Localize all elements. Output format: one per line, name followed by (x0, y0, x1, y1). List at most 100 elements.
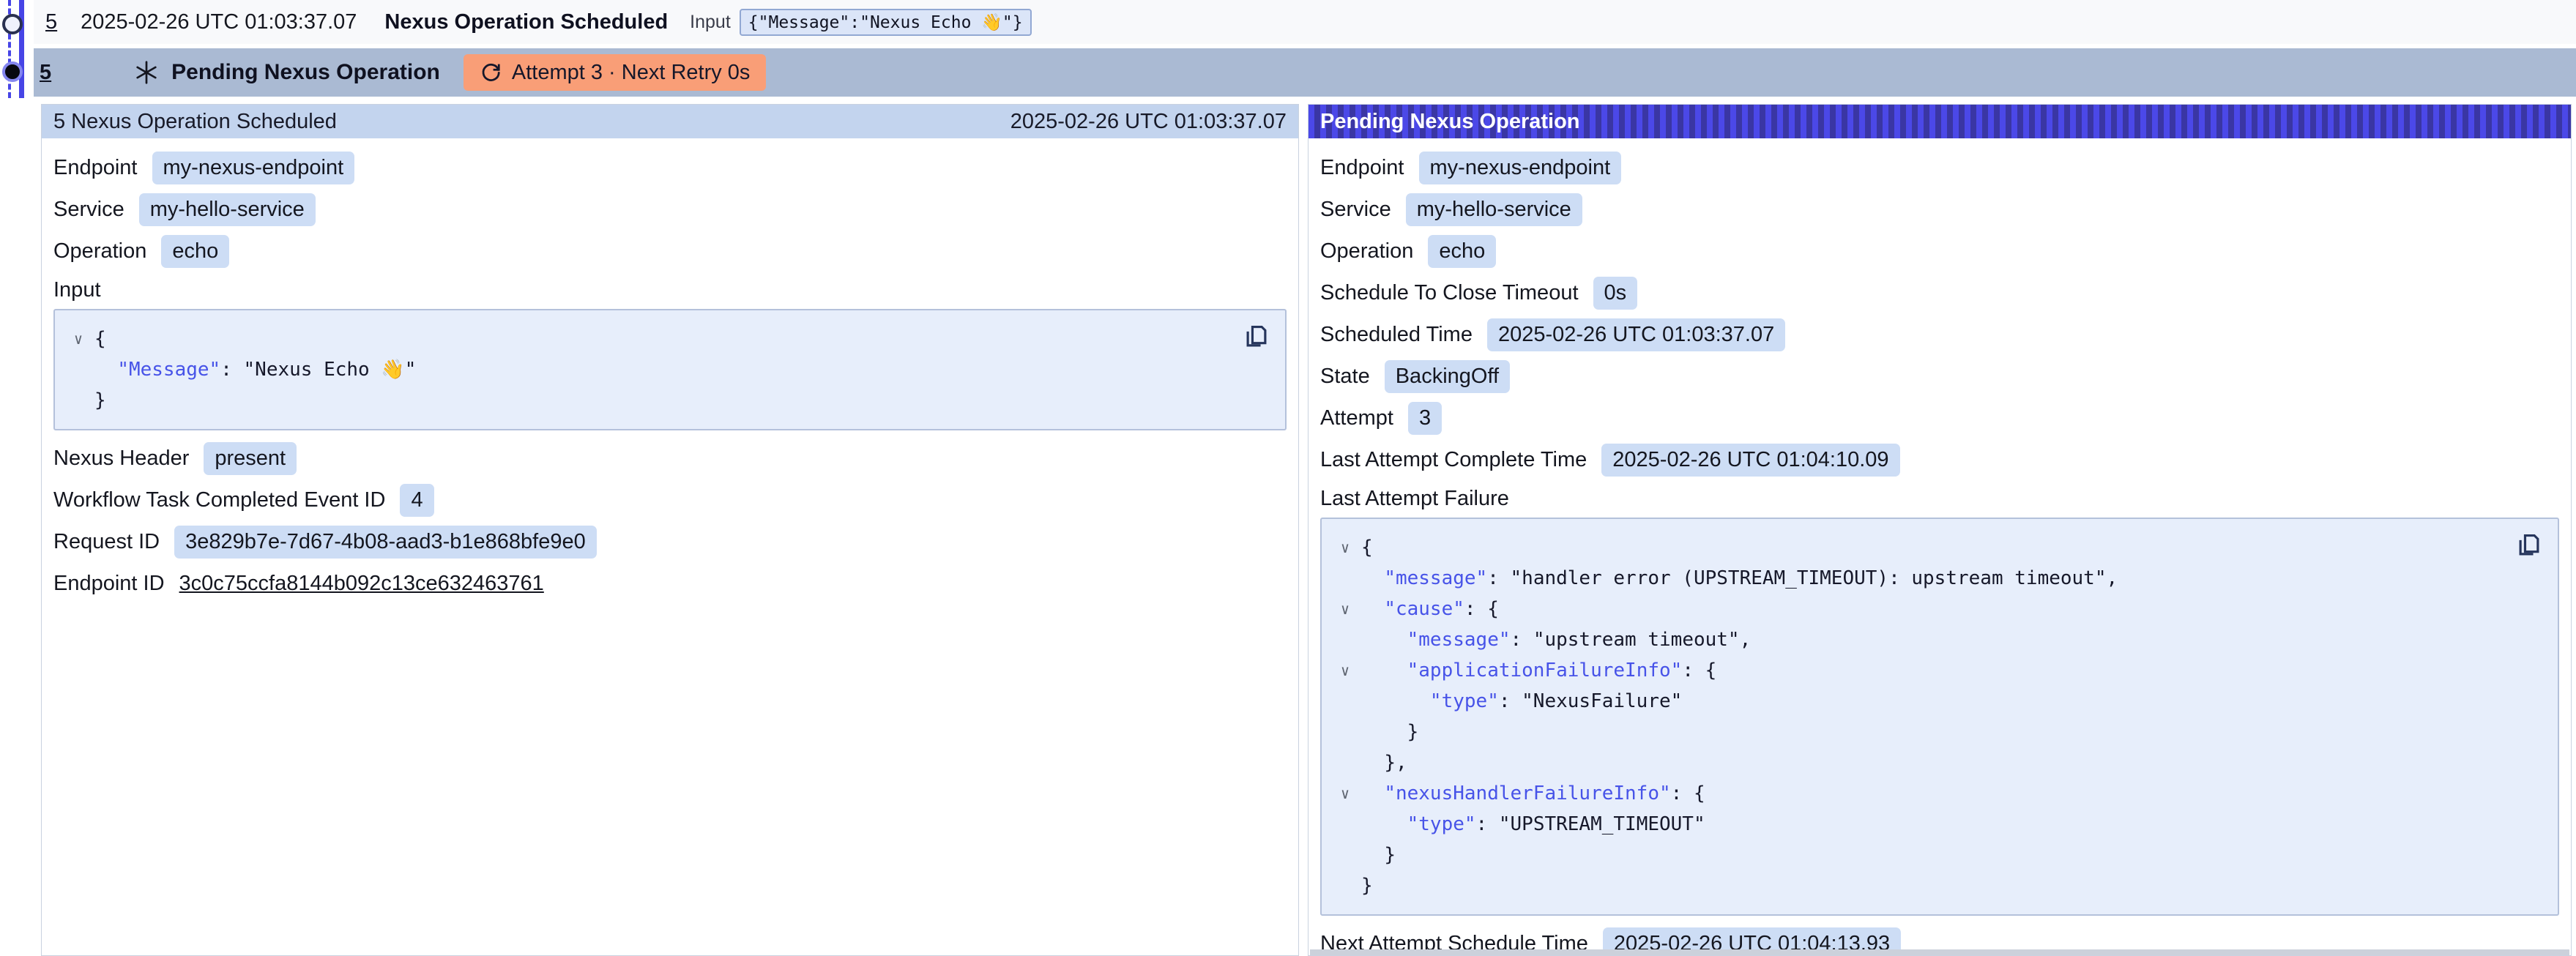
pending-asterisk-icon (133, 59, 160, 86)
json-text: } (94, 385, 106, 416)
event-detail-panels: 5 Nexus Operation Scheduled 2025-02-26 U… (41, 104, 2572, 956)
event-row-scheduled[interactable]: 5 2025-02-26 UTC 01:03:37.07 Nexus Opera… (34, 0, 2576, 44)
json-indent (1361, 655, 1407, 686)
json-key: "type" (1430, 686, 1499, 717)
json-indent (1361, 778, 1384, 809)
field-state: State BackingOff (1320, 356, 2559, 397)
collapse-chevron-icon (62, 385, 94, 416)
json-key: "nexusHandlerFailureInfo" (1384, 778, 1670, 809)
next-section-cutoff-bar (1310, 949, 2569, 955)
field-value-badge: my-hello-service (139, 193, 316, 226)
field-value-badge: 2025-02-26 UTC 01:04:10.09 (1601, 444, 1899, 477)
collapse-chevron-icon[interactable]: ∨ (1329, 594, 1361, 624)
json-text: : "handler error (UPSTREAM_TIMEOUT): ups… (1487, 563, 2118, 594)
json-indent (1361, 840, 1384, 870)
field-value-badge: echo (161, 235, 229, 268)
field-operation: Operation echo (1320, 231, 2559, 272)
json-indent (94, 354, 117, 385)
json-line: "message": "handler error (UPSTREAM_TIME… (1329, 563, 2511, 594)
collapse-chevron-icon[interactable]: ∨ (1329, 655, 1361, 686)
endpoint-id-link[interactable]: 3c0c75ccfa8144b092c13ce632463761 (179, 572, 544, 596)
json-text: : { (1671, 778, 1705, 809)
json-text: } (1361, 870, 1373, 901)
field-value-badge: 0s (1593, 277, 1638, 310)
json-key: "cause" (1384, 594, 1464, 624)
attempt-retry-text: Attempt 3 · Next Retry 0s (512, 61, 751, 85)
event-row-pending[interactable]: 5 Pending Nexus Operation Attempt 3 · Ne… (34, 48, 2576, 97)
collapse-chevron-icon[interactable]: ∨ (1329, 532, 1361, 563)
json-line: "message": "upstream timeout", (1329, 624, 2511, 655)
collapse-chevron-icon (1329, 809, 1361, 840)
collapse-chevron-icon (1329, 717, 1361, 747)
field-value-badge: my-nexus-endpoint (152, 152, 355, 184)
json-text: } (1384, 840, 1396, 870)
json-text: : "upstream timeout", (1511, 624, 1752, 655)
collapse-chevron-icon (1329, 686, 1361, 717)
field-value-badge: BackingOff (1385, 360, 1510, 393)
json-indent (1361, 624, 1407, 655)
field-label: Service (53, 198, 124, 222)
scheduled-panel-timestamp: 2025-02-26 UTC 01:03:37.07 (1010, 110, 1287, 134)
json-line: "type": "NexusFailure" (1329, 686, 2511, 717)
json-indent (1361, 686, 1430, 717)
field-label: Schedule To Close Timeout (1320, 281, 1579, 305)
field-label: Scheduled Time (1320, 323, 1473, 347)
field-attempt: Attempt 3 (1320, 397, 2559, 439)
pending-id-link[interactable]: 5 (40, 61, 51, 85)
json-text: { (94, 324, 106, 354)
copy-icon[interactable] (1243, 322, 1272, 351)
collapse-chevron-icon (1329, 747, 1361, 778)
event-id-link[interactable]: 5 (45, 10, 57, 34)
json-key: "applicationFailureInfo" (1407, 655, 1683, 686)
json-line: } (1329, 717, 2511, 747)
timeline-node-filled-icon (2, 61, 23, 82)
json-line: }, (1329, 747, 2511, 778)
collapse-chevron-icon[interactable]: ∨ (1329, 778, 1361, 809)
event-input-preview-chip[interactable]: {"Message":"Nexus Echo 👋"} (740, 9, 1032, 36)
failure-json-block: ∨ { "message": "handler error (UPSTREAM_… (1320, 518, 2559, 916)
scheduled-panel-header: 5 Nexus Operation Scheduled 2025-02-26 U… (42, 105, 1298, 138)
json-line: } (1329, 870, 2511, 901)
json-text: }, (1384, 747, 1407, 778)
field-workflow-task-completed-event-id: Workflow Task Completed Event ID 4 (53, 479, 1287, 521)
field-value-badge: 2025-02-26 UTC 01:03:37.07 (1487, 318, 1785, 351)
field-scheduled-time: Scheduled Time 2025-02-26 UTC 01:03:37.0… (1320, 314, 2559, 356)
json-line: ∨ "cause": { (1329, 594, 2511, 624)
field-value-badge: 3 (1408, 402, 1442, 435)
pending-panel-title: Pending Nexus Operation (1320, 110, 1580, 134)
json-indent (1361, 594, 1384, 624)
json-key: "Message" (117, 354, 220, 385)
field-label: Operation (53, 239, 146, 264)
field-label: Request ID (53, 530, 160, 554)
collapse-chevron-icon (62, 354, 94, 385)
collapse-chevron-icon (1329, 870, 1361, 901)
timeline-selection-bar (19, 0, 24, 98)
json-text: : "Nexus Echo 👋" (220, 354, 416, 385)
json-text: } (1407, 717, 1419, 747)
input-json-block: ∨ { "Message": "Nexus Echo 👋" } (53, 309, 1287, 430)
json-line: "Message": "Nexus Echo 👋" (62, 354, 1238, 385)
last-attempt-failure-label: Last Attempt Failure (1320, 481, 2559, 516)
field-label: Operation (1320, 239, 1413, 264)
field-request-id: Request ID 3e829b7e-7d67-4b08-aad3-b1e86… (53, 521, 1287, 563)
json-key: "type" (1407, 809, 1476, 840)
pending-operation-panel: Pending Nexus Operation Endpoint my-nexu… (1308, 104, 2572, 956)
copy-icon[interactable] (2515, 531, 2545, 560)
json-indent (1361, 563, 1384, 594)
collapse-chevron-icon[interactable]: ∨ (62, 324, 94, 354)
field-label: Nexus Header (53, 447, 189, 471)
json-line: "type": "UPSTREAM_TIMEOUT" (1329, 809, 2511, 840)
field-label: Service (1320, 198, 1391, 222)
field-label: Endpoint (53, 156, 138, 180)
input-section-label: Input (53, 272, 1287, 307)
json-text: : { (1682, 655, 1716, 686)
scheduled-event-panel: 5 Nexus Operation Scheduled 2025-02-26 U… (41, 104, 1299, 956)
json-indent (1361, 809, 1407, 840)
event-timeline-gutter (0, 0, 34, 102)
json-line: ∨ { (1329, 532, 2511, 563)
field-value-badge: echo (1428, 235, 1496, 268)
json-line: } (62, 385, 1238, 416)
json-key: "message" (1407, 624, 1511, 655)
field-value-badge: my-nexus-endpoint (1419, 152, 1622, 184)
pending-title: Pending Nexus Operation (171, 60, 440, 85)
